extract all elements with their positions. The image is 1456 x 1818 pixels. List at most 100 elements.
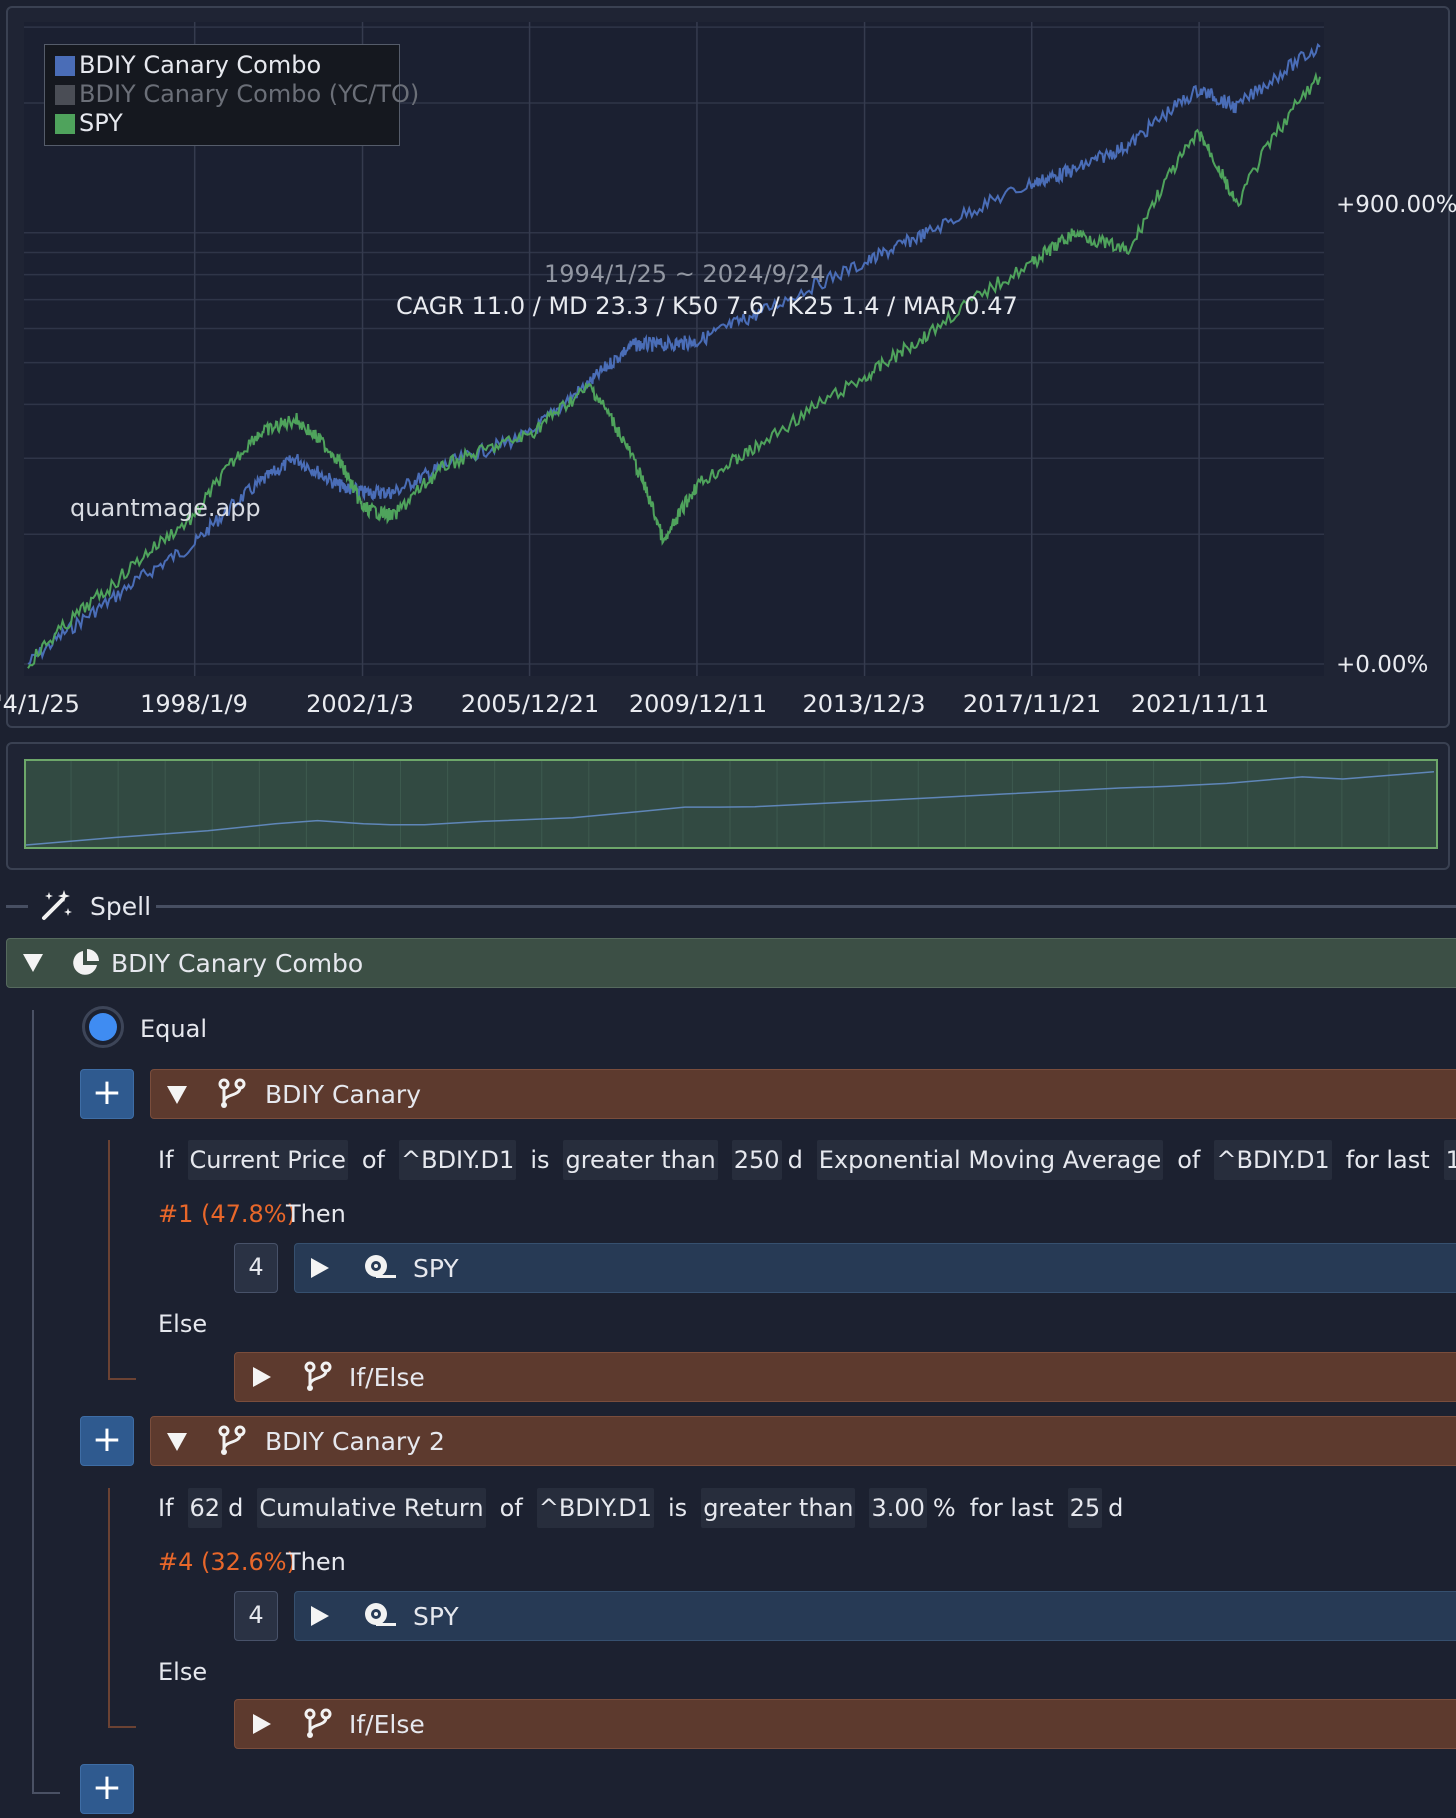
asset-node-spy[interactable]: SPY (294, 1591, 1456, 1641)
branch-hit-stat: #1 (47.8%) (158, 1200, 296, 1228)
weighting-label: Equal (140, 1015, 207, 1043)
tree-guide-line (108, 1726, 136, 1728)
of-keyword: of (361, 1146, 385, 1174)
branch-icon (218, 1425, 246, 1455)
x-tick-label: '4/1/25 (0, 690, 80, 718)
root-node-bdiy-canary-combo[interactable]: BDIY Canary Combo (6, 938, 1456, 988)
expand-triangle-icon[interactable] (311, 1258, 329, 1278)
legend-label: BDIY Canary Combo (YC/TO) (79, 80, 420, 108)
if-else-node[interactable]: If/Else (234, 1352, 1456, 1402)
weight-input[interactable]: 4 (234, 1243, 278, 1293)
branch-hit-stat: #4 (32.6%) (158, 1548, 296, 1576)
for-last-keyword: for last (1345, 1146, 1430, 1174)
x-tick-label: 2017/11/21 (962, 690, 1102, 718)
weight-input[interactable]: 4 (234, 1591, 278, 1641)
lookback-input[interactable]: 25 (1067, 1488, 1103, 1528)
if-keyword: If (158, 1146, 174, 1174)
ticker-select[interactable]: ^BDIY.D1 (536, 1488, 655, 1528)
asset-node-spy[interactable]: SPY (294, 1243, 1456, 1293)
threshold-input[interactable]: 3.00 (869, 1488, 927, 1528)
divider-line (156, 905, 1456, 908)
period-input[interactable]: 62 (187, 1488, 223, 1528)
collapse-triangle-icon[interactable] (167, 1086, 187, 1104)
if-else-node[interactable]: If/Else (234, 1699, 1456, 1749)
else-label: Else (158, 1310, 208, 1338)
navigator-window (24, 759, 1438, 849)
unit-label: d (228, 1494, 244, 1522)
then-label: Then (286, 1200, 346, 1228)
node-label: BDIY Canary 2 (265, 1427, 445, 1456)
x-tick-label: 2021/11/11 (1130, 690, 1270, 718)
ticker-select[interactable]: ^BDIY.D1 (1214, 1140, 1332, 1180)
unit-label: d (787, 1146, 803, 1174)
ticker-icon (365, 1603, 396, 1626)
chart-legend: BDIY Canary Combo BDIY Canary Combo (YC/… (44, 44, 419, 146)
legend-item-bdiy-canary-combo-yc-to[interactable]: BDIY Canary Combo (YC/TO) (55, 80, 419, 109)
pie-chart-icon (73, 949, 99, 975)
node-label: If/Else (349, 1363, 425, 1392)
collapse-triangle-icon[interactable] (23, 954, 43, 972)
x-tick-label: 2005/12/21 (460, 690, 600, 718)
indicator-select[interactable]: Exponential Moving Average (816, 1140, 1164, 1180)
asset-label: SPY (413, 1602, 459, 1631)
branch-icon (304, 1708, 332, 1738)
else-label: Else (158, 1658, 208, 1686)
node-label: BDIY Canary (265, 1080, 422, 1109)
tree-guide-line (108, 1140, 110, 1380)
chart-stats: CAGR 11.0 / MD 23.3 / K50 7.6 / K25 1.4 … (396, 292, 1018, 320)
x-tick-label: 1998/1/9 (140, 690, 248, 718)
for-last-keyword: for last (969, 1494, 1054, 1522)
add-node-button[interactable]: + (80, 1416, 134, 1466)
y-tick-label: +900.00% (1336, 192, 1456, 218)
tree-guide-line (108, 1378, 136, 1380)
if-node-bdiy-canary[interactable]: BDIY Canary (150, 1069, 1456, 1119)
branch-icon (304, 1361, 332, 1391)
add-node-button[interactable]: + (80, 1069, 134, 1119)
of-keyword: of (1177, 1146, 1201, 1174)
of-keyword: of (499, 1494, 523, 1522)
condition-row: If 62 d Cumulative Return of ^BDIY.D1 is… (158, 1486, 1137, 1530)
if-keyword: If (158, 1494, 174, 1522)
legend-label: BDIY Canary Combo (79, 51, 322, 79)
navigator-chart[interactable] (24, 759, 1438, 849)
spell-label[interactable]: Spell (90, 892, 151, 921)
unit-label: d (1108, 1494, 1124, 1522)
range-navigator[interactable] (6, 742, 1450, 870)
is-keyword: is (668, 1494, 688, 1522)
expand-triangle-icon[interactable] (311, 1606, 329, 1626)
lookback-input[interactable]: 1 (1443, 1140, 1456, 1180)
tree-guide-line (32, 1010, 34, 1792)
then-label: Then (286, 1548, 346, 1576)
tree-guide-line (32, 1792, 60, 1794)
x-tick-label: 2009/12/11 (628, 690, 768, 718)
weighting-equal-radio[interactable] (82, 1006, 124, 1048)
indicator-select[interactable]: Current Price (187, 1140, 348, 1180)
legend-item-bdiy-canary-combo[interactable]: BDIY Canary Combo (55, 51, 389, 80)
legend-swatch (55, 55, 75, 76)
add-node-button[interactable]: + (80, 1764, 134, 1814)
is-keyword: is (530, 1146, 550, 1174)
x-tick-label: 2002/1/3 (306, 690, 414, 718)
indicator-select[interactable]: Cumulative Return (257, 1488, 486, 1528)
backtest-chart-panel: BDIY Canary Combo BDIY Canary Combo (YC/… (0, 6, 1456, 728)
legend-swatch (55, 113, 75, 134)
legend-label: SPY (79, 109, 123, 137)
spell-divider: Spell (6, 886, 1456, 924)
ticker-select[interactable]: ^BDIY.D1 (399, 1140, 517, 1180)
period-input[interactable]: 250 (731, 1140, 782, 1180)
comparator-select[interactable]: greater than (701, 1488, 856, 1528)
tree-guide-line (108, 1488, 110, 1728)
expand-triangle-icon[interactable] (253, 1367, 271, 1387)
divider-line (6, 905, 28, 908)
comparator-select[interactable]: greater than (563, 1140, 718, 1180)
asset-label: SPY (413, 1254, 459, 1283)
branch-icon (218, 1078, 246, 1108)
unit-label: % (932, 1494, 956, 1522)
legend-item-spy[interactable]: SPY (55, 109, 389, 138)
expand-triangle-icon[interactable] (253, 1714, 271, 1734)
x-tick-label: 2013/12/3 (802, 690, 926, 718)
if-node-bdiy-canary-2[interactable]: BDIY Canary 2 (150, 1416, 1456, 1466)
legend-swatch (55, 84, 75, 105)
collapse-triangle-icon[interactable] (167, 1433, 187, 1451)
magic-wand-icon[interactable] (40, 888, 74, 922)
